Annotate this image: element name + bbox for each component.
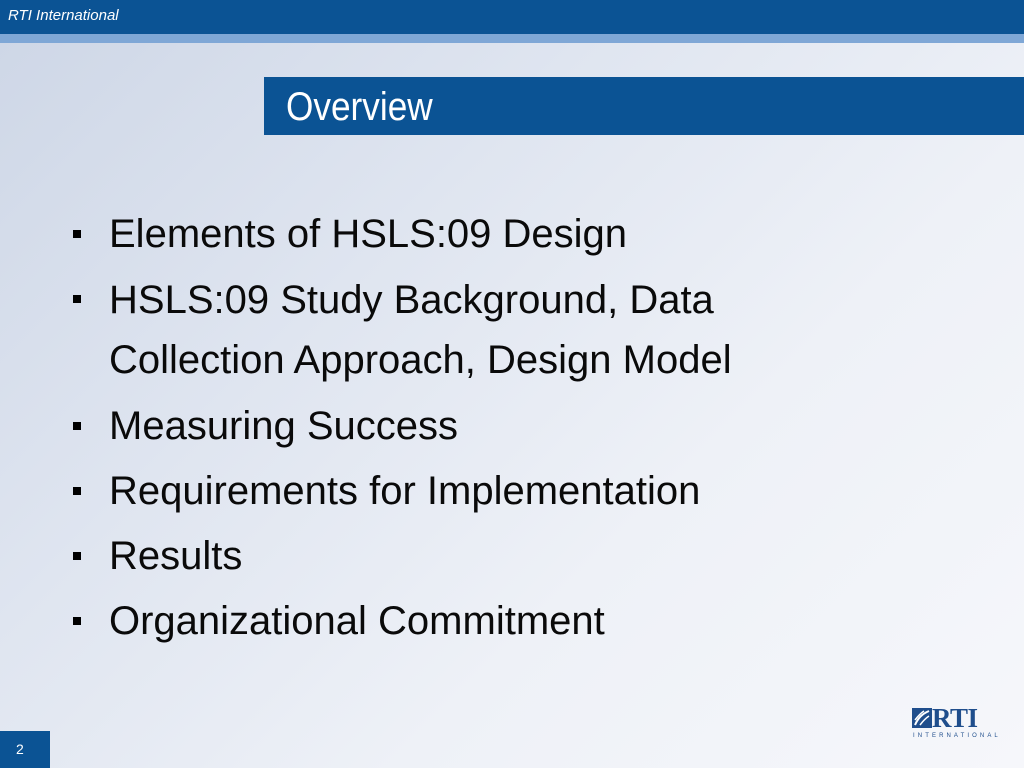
bullet-text: HSLS:09 Study Background, Data Collectio… — [109, 278, 732, 382]
bullet-text: Results — [109, 534, 243, 578]
page-number: 2 — [16, 741, 24, 757]
bullet-square-icon — [73, 422, 81, 430]
list-item: Elements of HSLS:09 Design — [70, 205, 970, 263]
bullet-text: Requirements for Implementation — [109, 469, 701, 513]
list-item: Organizational Commitment — [70, 592, 970, 650]
bullet-square-icon — [73, 487, 81, 495]
list-item: Results — [70, 527, 970, 585]
list-item: HSLS:09 Study Background, Data Collectio… — [70, 270, 970, 390]
slide-title-bar: Overview — [264, 77, 1024, 135]
bullet-list: Elements of HSLS:09 Design HSLS:09 Study… — [70, 205, 970, 657]
page-number-box: 2 — [0, 731, 50, 768]
bullet-square-icon — [73, 617, 81, 625]
logo-subtitle: INTERNATIONAL — [913, 733, 1001, 739]
brand-name: RTI International — [8, 7, 119, 24]
bullet-square-icon — [73, 295, 81, 303]
header-stripe — [0, 34, 1024, 43]
bullet-text: Measuring Success — [109, 404, 459, 448]
bullet-text: Elements of HSLS:09 Design — [109, 212, 628, 256]
bullet-square-icon — [73, 552, 81, 560]
rti-logo: RTI INTERNATIONAL — [912, 703, 998, 740]
rti-logo-mark-icon — [912, 708, 932, 728]
logo-name: RTI — [932, 703, 978, 733]
bullet-text: Organizational Commitment — [109, 599, 605, 643]
list-item: Measuring Success — [70, 397, 970, 455]
bullet-square-icon — [73, 230, 81, 238]
slide-title: Overview — [286, 85, 433, 129]
header-bar: RTI International — [0, 0, 1024, 34]
list-item: Requirements for Implementation — [70, 462, 970, 520]
